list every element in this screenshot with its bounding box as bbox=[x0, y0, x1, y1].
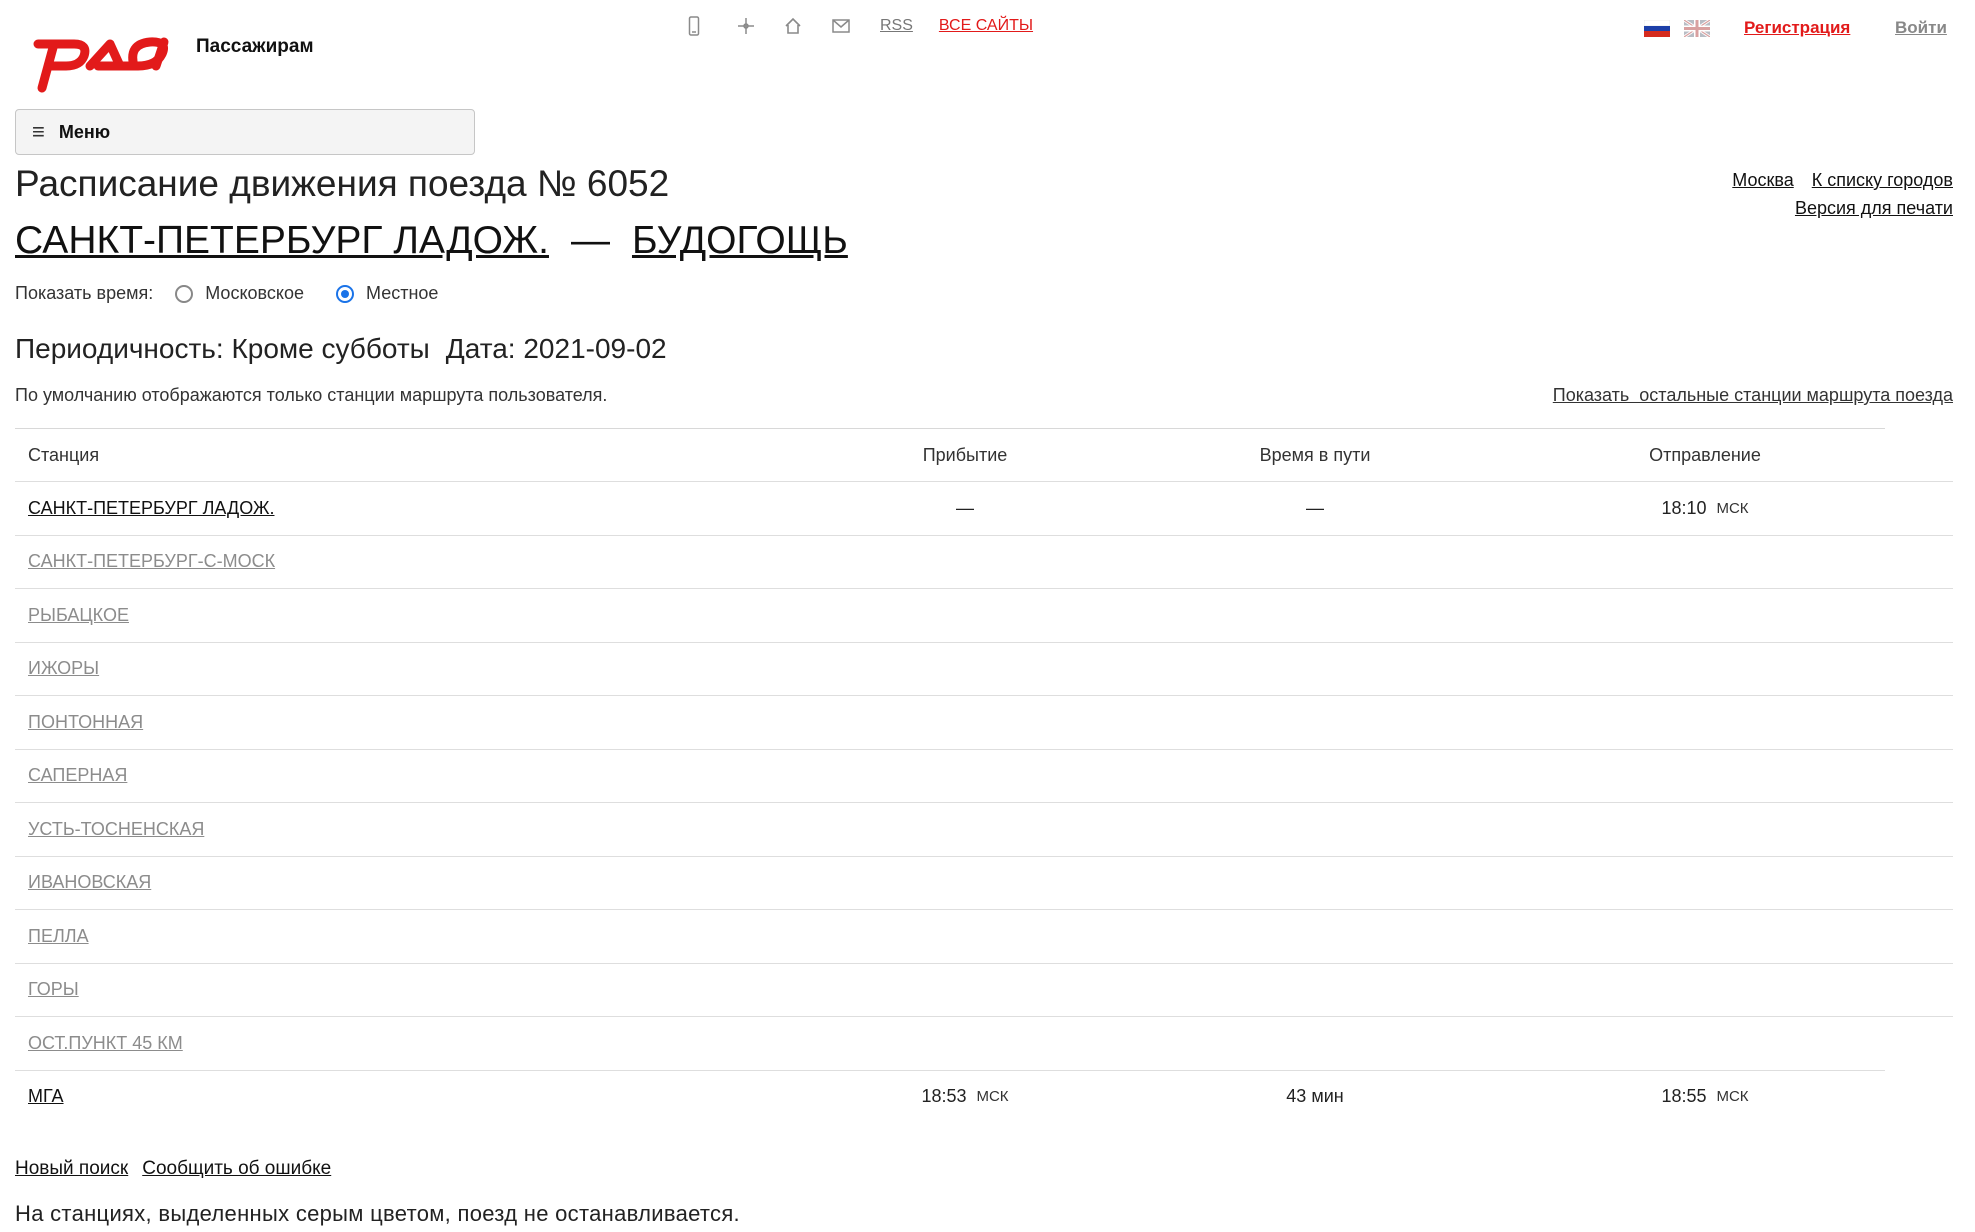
header-travel-time: Время в пути bbox=[1259, 444, 1371, 465]
russian-flag-icon[interactable] bbox=[1644, 20, 1670, 37]
table-row: МГА 18:53 МСК 43 мин 18:55 МСК bbox=[15, 1069, 1885, 1124]
all-sites-link[interactable]: ВСЕ САЙТЫ bbox=[939, 17, 1033, 35]
header-arrival: Прибытие bbox=[922, 444, 1008, 465]
travel-time-cell: — bbox=[1306, 497, 1324, 518]
timezone-label: МСК bbox=[976, 1088, 1009, 1106]
table-row: САПЕРНАЯ bbox=[15, 748, 1953, 803]
station-link[interactable]: ПЕЛЛА bbox=[28, 926, 89, 947]
station-link[interactable]: УСТЬ-ТОСНЕНСКАЯ bbox=[28, 819, 204, 840]
login-link[interactable]: Войти bbox=[1895, 18, 1947, 38]
page-title: Расписание движения поезда № 6052 bbox=[15, 163, 670, 204]
top-utility-bar: RSS ВСЕ САЙТЫ bbox=[688, 16, 1033, 36]
travel-time-cell: 43 мин bbox=[1286, 1086, 1344, 1107]
table-row: ГОРЫ bbox=[15, 962, 1953, 1017]
footnote: На станциях, выделенных серым цветом, по… bbox=[15, 1201, 740, 1226]
station-link[interactable]: ГОРЫ bbox=[28, 979, 79, 1000]
periodicity: Периодичность: Кроме субботы Дата: 2021-0… bbox=[15, 333, 667, 365]
station-link[interactable]: ПОНТОННАЯ bbox=[28, 712, 143, 733]
brand-passengers[interactable]: Пассажирам bbox=[196, 36, 314, 58]
station-link[interactable]: ИЖОРЫ bbox=[28, 658, 99, 679]
language-switcher bbox=[1644, 20, 1710, 37]
option-local-label[interactable]: Местное bbox=[366, 283, 438, 304]
table-row: ИВАНОВСКАЯ bbox=[15, 855, 1953, 910]
table-row: ПЕЛЛА bbox=[15, 909, 1953, 963]
station-link[interactable]: ОСТ.ПУНКТ 45 КМ bbox=[28, 1033, 183, 1054]
schedule-date: Дата: 2021-09-02 bbox=[445, 333, 667, 364]
station-link[interactable]: САПЕРНАЯ bbox=[28, 765, 127, 786]
table-row: РЫБАЦКОЕ bbox=[15, 588, 1953, 642]
table-row: САНКТ-ПЕТЕРБУРГ ЛАДОЖ. — — 18:10 МСК bbox=[15, 481, 1953, 535]
sitemap-icon[interactable] bbox=[736, 16, 758, 36]
header-station: Станция bbox=[28, 444, 100, 465]
table-row: ОСТ.ПУНКТ 45 КМ bbox=[15, 1016, 1953, 1070]
print-version-link[interactable]: Версия для печати bbox=[1795, 198, 1953, 218]
new-search-link[interactable]: Новый поиск bbox=[15, 1158, 128, 1179]
arrival-cell: — bbox=[956, 497, 974, 518]
right-links: Москва К списку городов Версия для печати bbox=[1732, 166, 1953, 222]
option-moscow-label[interactable]: Московское bbox=[205, 283, 304, 304]
route-to-link[interactable]: БУДОГОЩЬ bbox=[632, 219, 848, 262]
arrival-cell: 18:53 МСК bbox=[921, 1086, 1009, 1107]
rzd-logo-icon bbox=[33, 37, 169, 93]
rzd-logo[interactable] bbox=[28, 22, 176, 94]
table-row: УСТЬ-ТОСНЕНСКАЯ bbox=[15, 802, 1953, 856]
hamburger-icon: ≡ bbox=[32, 119, 45, 144]
timezone-label: МСК bbox=[1716, 1088, 1749, 1106]
station-link[interactable]: МГА bbox=[28, 1086, 64, 1107]
moscow-link[interactable]: Москва bbox=[1732, 170, 1793, 190]
route-from-link[interactable]: САНКТ-ПЕТЕРБУРГ ЛАДОЖ. bbox=[15, 219, 549, 262]
mobile-icon[interactable] bbox=[688, 16, 710, 36]
english-flag-icon[interactable] bbox=[1684, 20, 1710, 37]
menu-button[interactable]: ≡ Меню bbox=[15, 109, 475, 155]
header-departure: Отправление bbox=[1649, 444, 1761, 465]
station-link[interactable]: ИВАНОВСКАЯ bbox=[28, 872, 151, 893]
periodicity-text: Периодичность: Кроме субботы bbox=[15, 333, 430, 364]
route-dash: — bbox=[570, 219, 610, 262]
table-row: ПОНТОННАЯ bbox=[15, 695, 1953, 749]
departure-cell: 18:10 МСК bbox=[1661, 497, 1749, 518]
radio-local-time[interactable] bbox=[336, 284, 354, 303]
table-row: ИЖОРЫ bbox=[15, 641, 1953, 696]
bottom-links: Новый поиск Сообщить об ошибке bbox=[15, 1158, 345, 1180]
station-link[interactable]: РЫБАЦКОЕ bbox=[28, 605, 129, 626]
menu-label: Меню bbox=[58, 121, 111, 142]
mail-icon[interactable] bbox=[832, 19, 854, 33]
home-icon[interactable] bbox=[784, 17, 806, 35]
register-link[interactable]: Регистрация bbox=[1744, 18, 1850, 38]
table-header-row: Станция Прибытие Время в пути Отправлени… bbox=[15, 428, 1885, 481]
rss-link[interactable]: RSS bbox=[880, 17, 913, 35]
default-stations-note: По умолчанию отображаются только станции… bbox=[15, 385, 608, 405]
table-row: САНКТ-ПЕТЕРБУРГ-С-МОСК bbox=[15, 534, 1953, 589]
station-link[interactable]: САНКТ-ПЕТЕРБУРГ ЛАДОЖ. bbox=[28, 498, 274, 519]
city-list-link[interactable]: К списку городов bbox=[1812, 170, 1953, 190]
departure-cell: 18:55 МСК bbox=[1661, 1086, 1749, 1107]
report-error-link[interactable]: Сообщить об ошибке bbox=[142, 1158, 331, 1179]
radio-moscow-time[interactable] bbox=[175, 284, 194, 303]
show-time-selector: Показать время: Московское Местное bbox=[15, 283, 438, 304]
show-all-stations-link[interactable]: Показать остальные станции маршрута поез… bbox=[1553, 385, 1953, 406]
route-title: САНКТ-ПЕТЕРБУРГ ЛАДОЖ. — БУДОГОЩЬ bbox=[15, 219, 848, 263]
schedule-table: Станция Прибытие Время в пути Отправлени… bbox=[15, 428, 1953, 1123]
show-time-label: Показать время: bbox=[15, 283, 154, 303]
timezone-label: МСК bbox=[1716, 499, 1749, 517]
station-link[interactable]: САНКТ-ПЕТЕРБУРГ-С-МОСК bbox=[28, 551, 275, 572]
